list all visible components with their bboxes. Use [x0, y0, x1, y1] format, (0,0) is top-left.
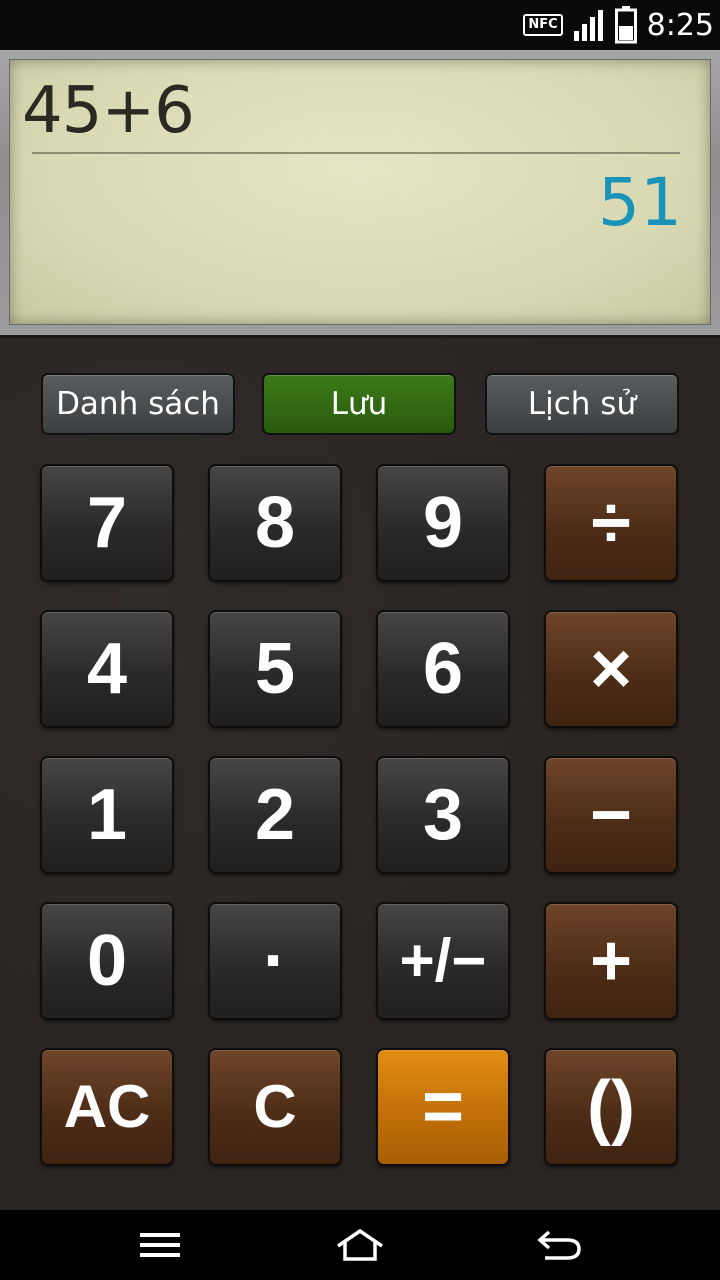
clear-button[interactable]: C: [208, 1048, 342, 1166]
save-button[interactable]: Lưu: [262, 373, 456, 435]
equals-button[interactable]: =: [376, 1048, 510, 1166]
key-8[interactable]: 8: [208, 464, 342, 582]
key-6-label: 6: [422, 629, 464, 709]
home-icon: [337, 1228, 383, 1261]
display-screen: 45+6 51: [9, 59, 711, 325]
nfc-icon: NFC: [523, 14, 563, 36]
key-7-label: 7: [86, 483, 128, 563]
back-icon: [537, 1230, 581, 1260]
key-3-label: 3: [422, 775, 464, 855]
display-frame: 45+6 51: [0, 50, 720, 338]
parentheses-label: (): [587, 1067, 635, 1147]
decimal-button[interactable]: ·: [208, 902, 342, 1020]
home-button[interactable]: [300, 1210, 420, 1280]
keypad: Danh sách Lưu Lịch sử 7 8 9 ÷ 4 5 6 × 1 …: [0, 338, 720, 1210]
sign-toggle-label: +/−: [399, 927, 487, 994]
key-1-label: 1: [86, 775, 128, 855]
multiply-button[interactable]: ×: [544, 610, 678, 728]
display-divider: [32, 152, 680, 154]
expression-text: 45+6: [22, 74, 195, 148]
key-0-label: 0: [86, 921, 128, 1001]
equals-label: =: [421, 1067, 465, 1147]
divide-label: ÷: [591, 483, 631, 563]
key-5-label: 5: [254, 629, 296, 709]
sign-toggle-button[interactable]: +/−: [376, 902, 510, 1020]
divide-button[interactable]: ÷: [544, 464, 678, 582]
decimal-label: ·: [263, 921, 287, 1001]
clock: 8:25: [646, 7, 714, 43]
menu-button[interactable]: [100, 1210, 220, 1280]
key-9[interactable]: 9: [376, 464, 510, 582]
parentheses-button[interactable]: (): [544, 1048, 678, 1166]
result-text: 51: [598, 164, 682, 241]
battery-icon: [614, 6, 637, 44]
key-7[interactable]: 7: [40, 464, 174, 582]
key-2-label: 2: [254, 775, 296, 855]
clear-label: C: [253, 1073, 297, 1140]
all-clear-label: AC: [63, 1073, 151, 1140]
list-button[interactable]: Danh sách: [41, 373, 235, 435]
menu-icon: [140, 1233, 180, 1257]
back-button[interactable]: [500, 1210, 620, 1280]
multiply-label: ×: [589, 629, 633, 709]
key-4-label: 4: [86, 629, 128, 709]
minus-label: −: [589, 775, 633, 855]
minus-button[interactable]: −: [544, 756, 678, 874]
key-8-label: 8: [254, 483, 296, 563]
plus-button[interactable]: +: [544, 902, 678, 1020]
key-1[interactable]: 1: [40, 756, 174, 874]
key-6[interactable]: 6: [376, 610, 510, 728]
all-clear-button[interactable]: AC: [40, 1048, 174, 1166]
history-button[interactable]: Lịch sử: [485, 373, 679, 435]
key-3[interactable]: 3: [376, 756, 510, 874]
signal-icon: [573, 10, 603, 41]
navigation-bar: [0, 1210, 720, 1280]
key-2[interactable]: 2: [208, 756, 342, 874]
key-9-label: 9: [422, 483, 464, 563]
key-5[interactable]: 5: [208, 610, 342, 728]
key-0[interactable]: 0: [40, 902, 174, 1020]
plus-label: +: [589, 921, 633, 1001]
key-4[interactable]: 4: [40, 610, 174, 728]
status-bar: NFC 8:25: [0, 0, 720, 50]
